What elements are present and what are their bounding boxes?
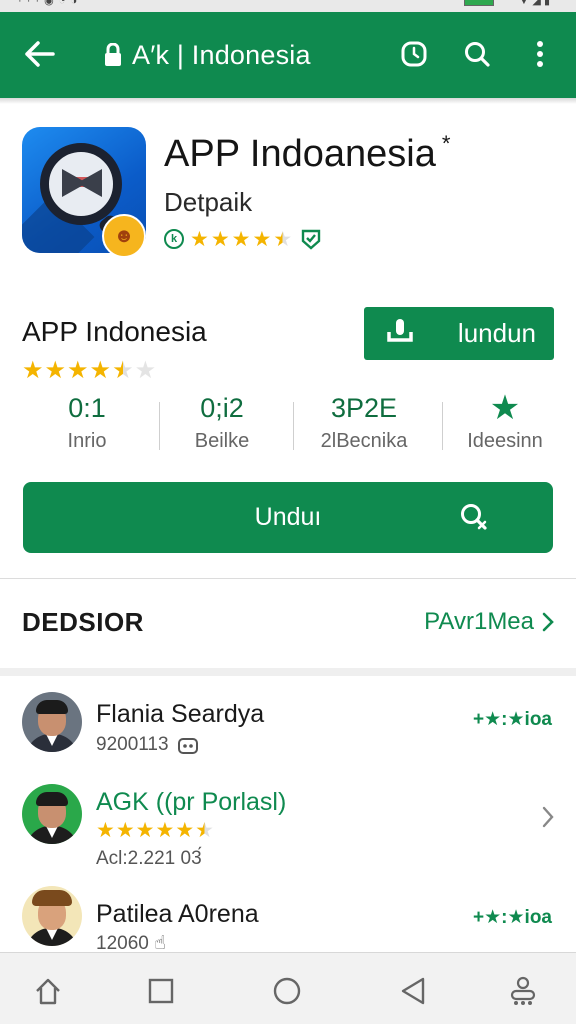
empty-star-icon: ★: [134, 357, 157, 384]
review-item[interactable]: Flania Seardya 9200113 +★:★ioa: [0, 690, 576, 790]
review-badge: +★:★ioa: [473, 709, 552, 730]
download-button[interactable]: Unduı: [23, 482, 553, 553]
search-icon: [459, 502, 489, 539]
more-vert-icon[interactable]: [518, 32, 562, 76]
reviewer-name: Flania Seardya: [96, 700, 265, 728]
review-item[interactable]: AGK ((pr Porlasl) ★ ★ ★ ★ ★ ★ Acl:2.221 …: [0, 782, 576, 882]
header-rating: k ★ ★ ★ ★ ★: [164, 227, 322, 251]
star-icon: ★: [252, 227, 272, 251]
toolbar-title-text: A′k | Indonesia: [132, 39, 311, 70]
star-icon: ★: [231, 227, 251, 251]
circle-icon[interactable]: [267, 971, 307, 1011]
back-arrow-icon[interactable]: [18, 32, 62, 76]
toolbar-title: A′k | Indonesia: [104, 38, 311, 72]
star-icon: ★: [489, 389, 521, 427]
star-icon: ★: [175, 819, 195, 842]
stats-row: 0:1 Inrio 0;i2 Beilke 3P2E 2lBecnika ★ I…: [0, 390, 576, 460]
lock-icon: [104, 43, 122, 67]
avatar: [22, 886, 82, 946]
star-icon: ★: [135, 819, 155, 842]
summary-rating: ★ ★ ★ ★ ★ ★: [22, 359, 156, 383]
chevron-right-icon[interactable]: [542, 806, 554, 833]
download-button-label: Unduı: [254, 503, 322, 531]
half-star-icon: ★: [273, 227, 293, 251]
stat-item: 0;i2 Beilke: [194, 393, 250, 452]
developer-name[interactable]: Detpaik: [164, 187, 252, 218]
star-icon: ★: [89, 357, 112, 384]
status-icons-left: · · · ◉ ◔ ◑: [18, 0, 79, 7]
review-meta: Acl:2.221 03́: [96, 848, 202, 869]
stat-item: ★ Ideesinn: [440, 390, 570, 453]
half-star-icon: ★: [195, 819, 214, 842]
verified-shield-icon: [300, 228, 322, 250]
star-icon: ★: [44, 357, 67, 384]
see-more-link[interactable]: PAvr1Mea: [424, 608, 554, 636]
app-title: APP Indoanesia *: [164, 131, 451, 175]
back-triangle-icon[interactable]: [393, 971, 433, 1011]
reviewer-name: Patilea A0rena: [96, 900, 259, 928]
top-app-bar: A′k | Indonesia: [0, 12, 576, 98]
home-icon[interactable]: [28, 971, 68, 1011]
star-icon: ★: [190, 227, 209, 251]
divider: [442, 402, 443, 450]
star-icon: ★: [96, 819, 115, 842]
star-icon: ★: [115, 819, 135, 842]
half-star-icon: ★: [112, 357, 134, 384]
star-icon: ★: [67, 357, 89, 384]
robot-icon: [177, 735, 199, 755]
search-icon[interactable]: [455, 32, 499, 76]
status-bar: · · · ◉ ◔ ◑ ▼ ◢ ▮: [0, 0, 576, 12]
toolbar-shadow: [0, 98, 576, 104]
chevron-right-icon: [542, 612, 554, 632]
star-icon: ★: [22, 357, 44, 384]
section-separator: [0, 668, 576, 676]
square-icon[interactable]: [141, 971, 181, 1011]
app-store-screen: · · · ◉ ◔ ◑ ▼ ◢ ▮ A′k | Indonesia ☻ APP …: [0, 0, 576, 1024]
divider: [159, 402, 160, 450]
stat-item: 0:1 Inrio: [67, 393, 107, 452]
timer-icon[interactable]: [392, 32, 436, 76]
system-nav-bar: [0, 952, 576, 1024]
divider: [293, 402, 294, 450]
reviewer-name: AGK ((pr Porlasl): [96, 788, 287, 816]
divider: [0, 578, 576, 579]
status-icons-right: ▼ ◢ ▮: [518, 0, 550, 7]
section-heading: DEDSIOR: [22, 607, 144, 637]
star-icon: ★: [155, 819, 175, 842]
avatar: [22, 692, 82, 752]
emoji-badge-icon: ☻: [102, 214, 146, 258]
app-name-secondary: APP Indonesia: [22, 316, 207, 347]
star-icon: ★: [210, 227, 230, 251]
avatar: [22, 784, 82, 844]
battery-icon: [464, 0, 494, 6]
install-button-label: lundun: [457, 318, 536, 348]
review-badge: +★:★ioa: [473, 907, 552, 928]
content-rating-badge: k: [164, 229, 184, 249]
install-button[interactable]: lundun: [364, 307, 554, 360]
accessibility-icon[interactable]: [503, 971, 543, 1011]
review-meta: 9200113: [96, 734, 199, 756]
download-icon: [386, 318, 414, 355]
stat-item: 3P2E 2lBecnika: [320, 393, 408, 452]
review-rating: ★ ★ ★ ★ ★ ★: [96, 820, 214, 841]
